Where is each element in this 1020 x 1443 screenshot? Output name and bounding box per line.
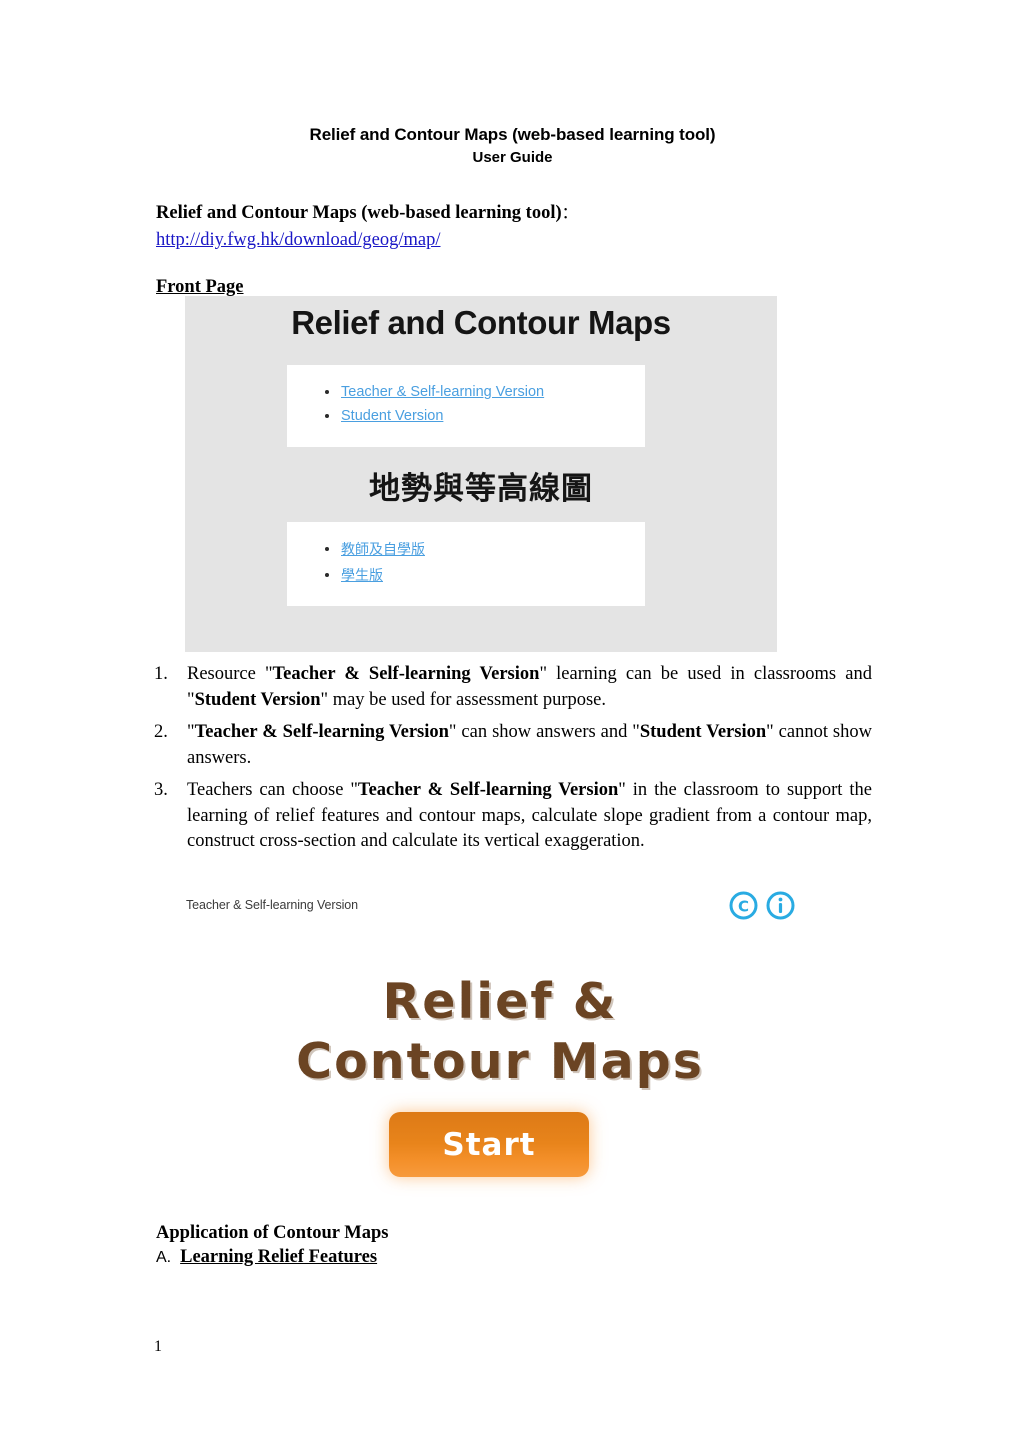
app-logo: Relief & Contour Maps [160,972,840,1092]
notes-list: 1. Resource "Teacher & Self-learning Vers… [148,662,872,855]
note-emphasis: Teacher & Self-learning Version [272,664,540,684]
info-icon[interactable] [765,890,796,921]
link-teacher-self-learning-version[interactable]: Teacher & Self-learning Version [325,380,645,404]
note-marker: 3. [154,780,168,800]
application-section-heading: Application of Contour Maps [156,1223,389,1243]
front-page-screenshot: Relief and Contour Maps Teacher & Self-l… [185,296,777,652]
english-link-list: Teacher & Self-learning Version Student … [287,365,645,428]
chinese-link-list: 教師及自學版 學生版 [287,522,645,589]
resource-label-line: Relief and Contour Maps (web-based learn… [156,201,578,226]
note-plain: Resource " [187,664,273,684]
chinese-links-panel: 教師及自學版 學生版 [287,522,645,606]
note-marker: 2. [154,722,168,742]
link-teacher-self-learning-version-zh[interactable]: 教師及自學版 [325,537,645,563]
link-student-version-zh[interactable]: 學生版 [325,563,645,589]
note-text: Teachers can choose "Teacher & Self-lear… [187,780,872,851]
note-item: 1. Resource "Teacher & Self-learning Vers… [148,662,872,713]
license-icons: C [728,890,796,921]
app-logo-line-2: Contour Maps [296,1033,704,1090]
copyright-icon[interactable]: C [728,890,759,921]
note-item: 3. Teachers can choose "Teacher & Self-le… [148,778,872,855]
english-links-panel: Teacher & Self-learning Version Student … [287,365,645,447]
note-marker: 1. [154,664,168,684]
note-plain: " may be used for assessment purpose. [320,689,607,710]
app-logo-line-1: Relief & [382,973,618,1030]
application-subitem: A. Learning Relief Features [156,1245,377,1270]
link-student-version[interactable]: Student Version [325,404,645,428]
note-emphasis: Student Version [639,722,767,742]
note-plain: " [187,722,195,742]
app-splash-screenshot: Teacher & Self-learning Version C Relief… [160,884,840,1214]
application-subitem-text: Learning Relief Features [180,1247,378,1267]
note-text: Resource "Teacher & Self-learning Versio… [187,664,872,710]
page-title: Relief and Contour Maps (web-based learn… [309,125,716,144]
start-button[interactable]: Start [389,1112,589,1177]
note-emphasis: Teacher & Self-learning Version [194,722,449,742]
note-emphasis: Student Version [194,689,321,710]
note-plain: Teachers can choose " [187,780,358,800]
screenshot-title-en: Relief and Contour Maps [291,304,671,341]
note-emphasis: Teacher & Self-learning Version [357,780,619,800]
page-subtitle: User Guide [472,149,553,166]
page-number: 1 [154,1338,162,1355]
note-plain: " can show answers and " [448,722,640,742]
resource-colon: ： [561,205,578,222]
svg-text:C: C [738,898,749,916]
note-text: "Teacher & Self-learning Version" can sh… [187,722,872,768]
application-subitem-letter: A. [156,1249,172,1266]
document-page: Relief and Contour Maps (web-based learn… [0,0,1020,1443]
resource-label: Relief and Contour Maps (web-based learn… [156,203,562,223]
note-item: 2. "Teacher & Self-learning Version" can … [148,720,872,771]
version-label: Teacher & Self-learning Version [186,898,358,912]
resource-url-link[interactable]: http://diy.fwg.hk/download/geog/map/ [156,228,441,252]
screenshot-title-zh: 地勢與等高線圖 [369,471,593,507]
